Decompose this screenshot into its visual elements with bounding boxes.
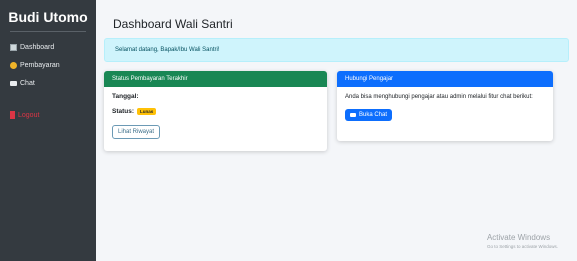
main-content: Dashboard Wali Santri Selamat datang, Ba… <box>96 0 577 261</box>
contact-teacher-card: Hubungi Pengajar Anda bisa menghubungi p… <box>337 71 553 141</box>
sidebar-item-pembayaran[interactable]: Pembayaran <box>0 56 96 74</box>
sidebar-item-label: Logout <box>18 111 40 119</box>
sidebar-item-label: Chat <box>20 79 35 87</box>
money-icon <box>10 61 17 69</box>
welcome-alert: Selamat datang, Bapak/Ibu Wali Santri! <box>104 38 569 62</box>
page-title: Dashboard Wali Santri <box>113 17 233 31</box>
card-header: Hubungi Pengajar <box>337 71 553 87</box>
open-chat-label: Buka Chat <box>359 112 388 118</box>
watermark-title: Activate Windows <box>486 233 551 242</box>
dashboard-icon <box>10 43 17 51</box>
view-history-button[interactable]: Lihat Riwayat <box>112 125 161 139</box>
open-chat-button[interactable]: Buka Chat <box>345 109 393 121</box>
card-header: Status Pembayaran Terakhir <box>104 71 327 87</box>
tanggal-label: Tanggal: <box>112 93 139 100</box>
chat-icon <box>350 113 356 117</box>
sidebar-divider <box>10 31 86 32</box>
logout-icon <box>10 111 15 119</box>
watermark-subtitle: Go to Settings to activate Windows. <box>486 244 558 249</box>
sidebar-item-logout[interactable]: Logout <box>0 106 96 124</box>
contact-description: Anda bisa menghubungi pengajar atau admi… <box>345 94 533 100</box>
sidebar-item-label: Pembayaran <box>20 61 60 69</box>
sidebar-nav: Dashboard Pembayaran Chat Logout <box>0 38 96 124</box>
chat-icon <box>10 80 17 86</box>
status-label: Status: <box>112 108 135 115</box>
activate-windows-watermark: Activate Windows Go to Settings to activ… <box>487 233 558 249</box>
status-badge: Lunas <box>137 108 157 115</box>
card-body: Tanggal: Status: Lunas Lihat Riwayat <box>104 87 327 145</box>
status-row: Status: Lunas <box>112 108 319 115</box>
sidebar-item-dashboard[interactable]: Dashboard <box>0 38 96 56</box>
sidebar-item-chat[interactable]: Chat <box>0 74 96 92</box>
brand-title: Budi Utomo <box>8 9 88 25</box>
card-body: Anda bisa menghubungi pengajar atau admi… <box>337 87 553 128</box>
payment-status-card: Status Pembayaran Terakhir Tanggal: Stat… <box>104 71 327 151</box>
sidebar-item-label: Dashboard <box>20 43 55 51</box>
alert-text: Selamat datang, Bapak/Ibu Wali Santri! <box>115 47 220 53</box>
sidebar: Budi Utomo Dashboard Pembayaran Chat Log… <box>0 0 96 261</box>
